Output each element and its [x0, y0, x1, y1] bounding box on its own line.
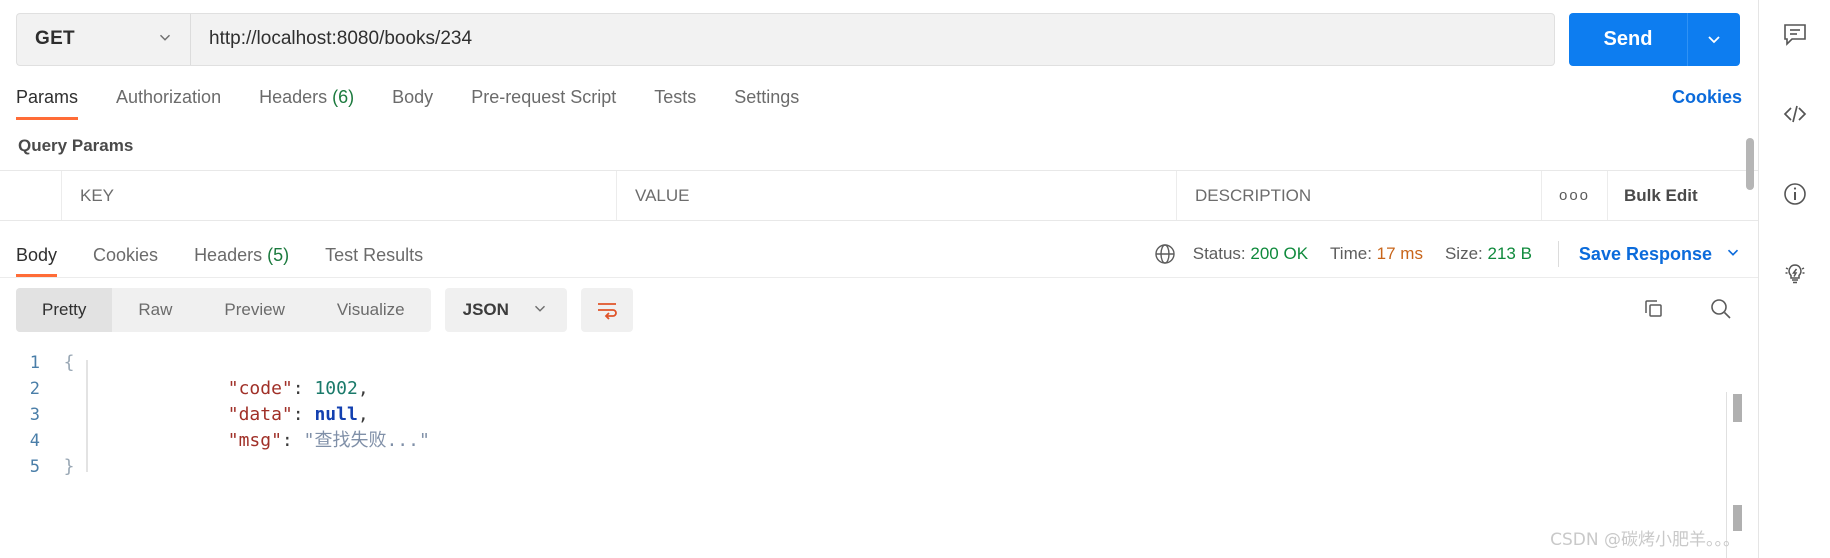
- response-tab-test-results-label: Test Results: [325, 245, 424, 265]
- tab-authorization[interactable]: Authorization: [116, 87, 221, 120]
- params-col-key: KEY: [62, 171, 617, 220]
- response-tab-test-results[interactable]: Test Results: [325, 245, 423, 277]
- save-response-label: Save Response: [1578, 243, 1712, 264]
- tab-params-label: Params: [16, 87, 79, 107]
- tab-headers[interactable]: Headers (6): [259, 87, 354, 120]
- params-more-options-icon[interactable]: ooo: [1542, 171, 1608, 220]
- tab-headers-label: Headers: [259, 87, 328, 107]
- response-tab-body[interactable]: Body: [16, 245, 58, 277]
- code-line: 4 "msg": "查找失败...": [0, 428, 1758, 454]
- fold-marker[interactable]: }: [62, 454, 76, 480]
- status-label: Status:: [1192, 244, 1246, 263]
- send-button[interactable]: Send: [1569, 12, 1687, 66]
- search-icon[interactable]: [1708, 296, 1734, 327]
- response-tabs: Body Cookies Headers (5) Test Results St…: [0, 221, 1758, 278]
- http-method-dropdown[interactable]: GET: [16, 12, 190, 66]
- view-mode-pretty[interactable]: Pretty: [16, 288, 113, 332]
- tab-pre-request-script[interactable]: Pre-request Script: [471, 87, 616, 120]
- chevron-down-icon: [1724, 243, 1742, 266]
- status-badge: Status: 200 OK: [1193, 244, 1308, 264]
- status-divider: [1557, 241, 1559, 267]
- tab-body-label: Body: [392, 87, 434, 107]
- line-number: 4: [29, 431, 40, 451]
- query-params-table-header: KEY VALUE DESCRIPTION ooo Bulk Edit: [0, 170, 1758, 221]
- line-number: 3: [29, 405, 40, 425]
- json-key: "msg": [227, 430, 282, 451]
- send-group: Send: [1569, 12, 1740, 66]
- tab-body[interactable]: Body: [392, 87, 433, 120]
- language-dropdown[interactable]: JSON: [444, 288, 567, 332]
- size-value: 213 B: [1487, 244, 1532, 263]
- time-badge: Time: 17 ms: [1330, 244, 1423, 264]
- right-icon-rail: [1758, 0, 1830, 558]
- status-value: 200 OK: [1250, 244, 1309, 263]
- copy-icon[interactable]: [1640, 296, 1666, 327]
- fold-marker[interactable]: {: [62, 350, 76, 376]
- tab-settings-label: Settings: [734, 87, 800, 107]
- comment-icon[interactable]: [1775, 14, 1815, 54]
- code-icon[interactable]: [1775, 94, 1815, 134]
- response-tab-body-label: Body: [16, 245, 58, 265]
- request-url-bar: GET http://localhost:8080/books/234 Send: [0, 0, 1758, 68]
- watermark: CSDN @碳烤小肥羊。。。: [1550, 530, 1740, 550]
- view-mode-raw[interactable]: Raw: [112, 288, 198, 332]
- response-scrollbar-thumb-top[interactable]: [1733, 394, 1742, 422]
- line-number: 5: [29, 457, 40, 477]
- response-tab-headers-label: Headers: [194, 245, 263, 265]
- json-colon: :: [281, 430, 304, 451]
- tab-tests[interactable]: Tests: [654, 87, 696, 120]
- tab-settings[interactable]: Settings: [734, 87, 799, 120]
- response-tab-cookies[interactable]: Cookies: [93, 245, 158, 277]
- http-method-label: GET: [35, 28, 75, 49]
- response-format-toolbar: Pretty Raw Preview Visualize JSON: [0, 278, 1758, 340]
- globe-icon: [1153, 242, 1177, 266]
- params-col-description: DESCRIPTION: [1177, 171, 1542, 220]
- query-params-title: Query Params: [18, 136, 134, 155]
- save-response-button[interactable]: Save Response: [1579, 243, 1742, 266]
- bolt-bulb-icon[interactable]: [1775, 254, 1815, 294]
- chevron-down-icon: [156, 28, 174, 51]
- json-value: "查找失败...": [303, 430, 430, 451]
- response-view-modes: Pretty Raw Preview Visualize: [16, 288, 431, 332]
- time-value: 17 ms: [1376, 244, 1423, 263]
- size-label: Size:: [1444, 244, 1483, 263]
- response-status-strip: Status: 200 OK Time: 17 ms Size: 213 B S…: [1153, 241, 1742, 267]
- response-tab-cookies-label: Cookies: [93, 245, 159, 265]
- chevron-down-icon: [531, 299, 549, 322]
- params-scrollbar-thumb[interactable]: [1746, 138, 1754, 190]
- indent-guide: [86, 360, 88, 472]
- response-body-actions: [1640, 296, 1734, 327]
- size-badge: Size: 213 B: [1445, 244, 1532, 264]
- tab-pre-request-script-label: Pre-request Script: [471, 87, 617, 107]
- params-select-all-cell[interactable]: [0, 171, 62, 220]
- line-number: 2: [29, 379, 40, 399]
- params-col-value: VALUE: [617, 171, 1177, 220]
- word-wrap-icon[interactable]: [580, 288, 633, 332]
- response-body-code[interactable]: 1 { 2 "code": 1002, 3 "data": null, 4 "m…: [0, 340, 1758, 520]
- time-label: Time:: [1330, 244, 1372, 263]
- url-text: http://localhost:8080/books/234: [209, 28, 473, 49]
- tab-authorization-label: Authorization: [116, 87, 222, 107]
- response-tab-headers-count: (5): [267, 245, 290, 265]
- bulk-edit-button[interactable]: Bulk Edit: [1608, 171, 1758, 220]
- main-panel: GET http://localhost:8080/books/234 Send: [0, 0, 1758, 558]
- url-input[interactable]: http://localhost:8080/books/234: [190, 12, 1555, 66]
- cookies-link[interactable]: Cookies: [1672, 87, 1742, 108]
- view-mode-visualize[interactable]: Visualize: [311, 288, 431, 332]
- tab-params[interactable]: Params: [16, 87, 79, 120]
- language-label: JSON: [462, 300, 509, 319]
- info-icon[interactable]: [1775, 174, 1815, 214]
- tab-headers-count: (6): [332, 87, 355, 107]
- response-tab-headers[interactable]: Headers (5): [194, 245, 289, 277]
- tab-tests-label: Tests: [654, 87, 697, 107]
- code-text: "msg": "查找失败...": [76, 402, 430, 480]
- line-number: 1: [29, 353, 40, 373]
- request-tabs: Params Authorization Headers (6) Body Pr…: [0, 68, 1758, 120]
- view-mode-preview[interactable]: Preview: [198, 288, 310, 332]
- send-options-button[interactable]: [1687, 12, 1740, 66]
- postman-window: GET http://localhost:8080/books/234 Send: [0, 0, 1830, 558]
